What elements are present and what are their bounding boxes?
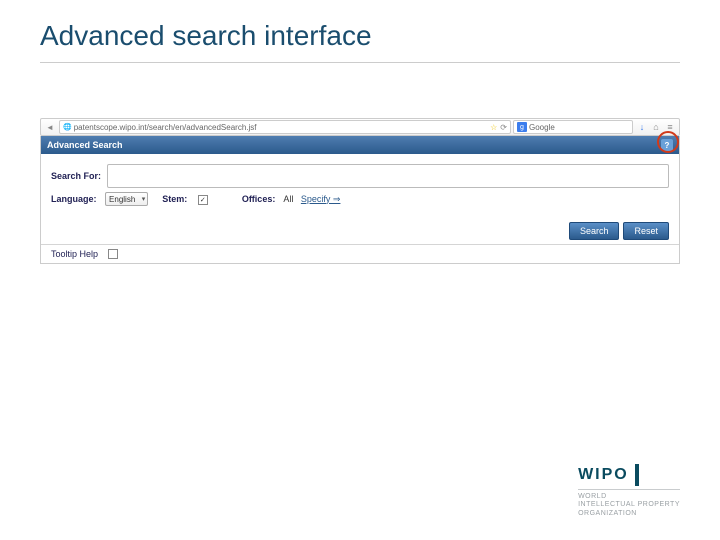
- browser-toolbar: ◄ 🌐 patentscope.wipo.int/search/en/advan…: [40, 118, 680, 136]
- bookmark-star-icon[interactable]: ☆: [490, 123, 497, 132]
- tooltip-help-label: Tooltip Help: [51, 249, 98, 259]
- language-select[interactable]: English: [105, 192, 148, 206]
- page-content: Advanced Search ? Search For: Language: …: [40, 136, 680, 264]
- google-icon: g: [517, 122, 527, 132]
- stem-checkbox[interactable]: ✓: [198, 195, 208, 205]
- search-for-label: Search For:: [51, 171, 101, 181]
- menu-icon[interactable]: ≡: [664, 121, 676, 133]
- search-placeholder: Google: [529, 123, 555, 132]
- globe-icon: 🌐: [63, 123, 72, 131]
- offices-label: Offices:: [242, 194, 276, 204]
- title-divider: [40, 62, 680, 63]
- search-for-input[interactable]: [107, 164, 669, 188]
- wipo-logo: WIPO WORLD INTELLECTUAL PROPERTY ORGANIZ…: [578, 464, 680, 518]
- specify-link[interactable]: Specify ⇒: [301, 194, 341, 204]
- wipo-bar-icon: [635, 464, 639, 486]
- wipo-line2: INTELLECTUAL PROPERTY: [578, 501, 680, 509]
- slide-title: Advanced search interface: [40, 20, 372, 52]
- url-bar[interactable]: 🌐 patentscope.wipo.int/search/en/advance…: [59, 120, 511, 134]
- header-title: Advanced Search: [47, 140, 123, 150]
- offices-value: All: [283, 194, 293, 204]
- button-row: Search Reset: [41, 216, 679, 244]
- browser-search-box[interactable]: g Google: [513, 120, 633, 134]
- language-label: Language:: [51, 194, 97, 204]
- wipo-wordmark: WIPO: [578, 466, 629, 484]
- browser-screenshot: ◄ 🌐 patentscope.wipo.int/search/en/advan…: [40, 118, 680, 264]
- search-button[interactable]: Search: [569, 222, 620, 240]
- wipo-line1: WORLD: [578, 493, 680, 501]
- wipo-subtitle: WORLD INTELLECTUAL PROPERTY ORGANIZATION: [578, 489, 680, 518]
- tooltip-help-row: Tooltip Help: [41, 244, 679, 263]
- refresh-icon[interactable]: ⟳: [500, 123, 507, 132]
- url-text: patentscope.wipo.int/search/en/advancedS…: [74, 123, 257, 132]
- search-form: Search For: Language: English Stem: ✓ Of…: [41, 154, 679, 216]
- back-button[interactable]: ◄: [43, 120, 57, 134]
- advanced-search-header: Advanced Search ?: [41, 136, 679, 154]
- tooltip-help-checkbox[interactable]: [108, 249, 118, 259]
- home-icon[interactable]: ⌂: [650, 121, 662, 133]
- download-icon[interactable]: ↓: [636, 121, 648, 133]
- wipo-line3: ORGANIZATION: [578, 510, 680, 518]
- reset-button[interactable]: Reset: [623, 222, 669, 240]
- stem-label: Stem:: [162, 194, 187, 204]
- help-icon[interactable]: ?: [661, 139, 673, 151]
